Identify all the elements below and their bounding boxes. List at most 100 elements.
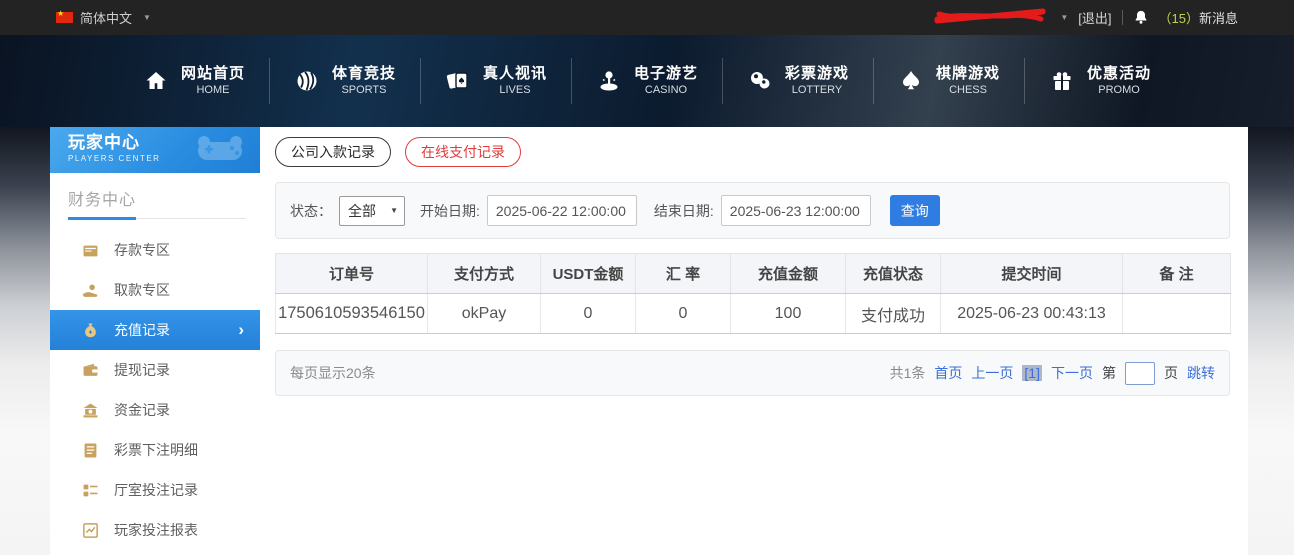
nav-zh: 网站首页	[181, 65, 245, 84]
tab-company-deposit-records[interactable]: 公司入款记录	[275, 137, 391, 167]
jump-page-input[interactable]	[1125, 362, 1155, 385]
gift-icon	[1049, 68, 1075, 94]
prev-page-link[interactable]: 上一页	[971, 363, 1013, 383]
nav-label: 电子游艺 CASINO	[634, 65, 698, 98]
col-payment-method: 支付方式	[428, 254, 541, 294]
nav-en: SPORTS	[341, 84, 386, 98]
cell-remark	[1123, 294, 1231, 334]
joystick-icon	[596, 68, 622, 94]
players-center-banner: 玩家中心 PLAYERS CENTER	[50, 127, 260, 173]
nav-zh: 棋牌游戏	[936, 65, 1000, 84]
cell-usdt-amount: 0	[541, 294, 636, 334]
nav-item-lives[interactable]: 真人视讯 LIVES	[420, 58, 571, 104]
nav-item-promo[interactable]: 优惠活动 PROMO	[1024, 58, 1175, 104]
start-date-label: 开始日期:	[420, 201, 480, 221]
redacted-username	[934, 7, 1046, 28]
status-select[interactable]: 全部 ▼	[339, 196, 405, 226]
status-label: 状态：	[290, 201, 332, 221]
flag-star: ★	[57, 8, 64, 19]
logout-button[interactable]: [退出]	[1078, 8, 1111, 27]
new-messages[interactable]: （15）新消息	[1159, 8, 1238, 27]
sidebar-section-finance: 财务中心	[50, 173, 260, 219]
nav-item-casino[interactable]: 电子游艺 CASINO	[571, 58, 722, 104]
nav-zh: 体育竞技	[332, 65, 396, 84]
jump-prefix: 第	[1102, 363, 1116, 383]
nav-item-lottery[interactable]: 彩票游戏 LOTTERY	[722, 58, 873, 104]
language-switcher[interactable]: ★ 简体中文 ▼	[0, 8, 151, 27]
search-button[interactable]: 查询	[890, 195, 940, 226]
cell-order-number: 1750610593546150	[276, 294, 428, 334]
lottery-bets-icon	[82, 442, 98, 458]
sidebar-item-label: 资金记录	[114, 400, 170, 420]
col-usdt-amount: USDT金额	[541, 254, 636, 294]
section-underline	[68, 218, 246, 219]
sidebar-item-label: 取款专区	[114, 280, 170, 300]
nav-item-chess[interactable]: 棋牌游戏 CHESS	[873, 58, 1024, 104]
messages-count: （15）	[1159, 11, 1199, 26]
end-date-label: 结束日期:	[654, 201, 714, 221]
sidebar-item-lottery-bet-details[interactable]: 彩票下注明细	[50, 430, 260, 470]
nav-item-home[interactable]: 网站首页 HOME	[119, 58, 269, 104]
nav-label: 网站首页 HOME	[181, 65, 245, 98]
col-exchange-rate: 汇 率	[636, 254, 731, 294]
first-page-link[interactable]: 首页	[934, 363, 962, 383]
col-submit-time: 提交时间	[941, 254, 1123, 294]
next-page-link[interactable]: 下一页	[1051, 363, 1093, 383]
bell-icon[interactable]	[1133, 9, 1149, 26]
user-chevron-down-icon[interactable]: ▼	[1060, 13, 1068, 22]
playing-cards-icon	[445, 68, 471, 94]
sidebar-item-recharge-records[interactable]: 充值记录 ›	[50, 310, 260, 350]
nav-en: CHESS	[949, 84, 987, 98]
cell-submit-time: 2025-06-23 00:43:13	[941, 294, 1123, 334]
gamepad-icon	[194, 134, 246, 173]
sidebar-item-funds-records[interactable]: 资金记录	[50, 390, 260, 430]
col-recharge-amount: 充值金额	[731, 254, 846, 294]
record-tabs: 公司入款记录 在线支付记录	[275, 137, 1230, 167]
cell-exchange-rate: 0	[636, 294, 731, 334]
col-remark: 备 注	[1123, 254, 1231, 294]
nav-en: LOTTERY	[792, 84, 843, 98]
nav-label: 优惠活动 PROMO	[1087, 65, 1151, 98]
jump-button[interactable]: 跳转	[1187, 363, 1215, 383]
nav-label: 棋牌游戏 CHESS	[936, 65, 1000, 98]
tab-online-payment-records[interactable]: 在线支付记录	[405, 137, 521, 167]
sidebar: 玩家中心 PLAYERS CENTER 财务中心 存款专区 取款专区	[50, 127, 260, 555]
sidebar-item-player-bet-report[interactable]: 玩家投注报表	[50, 510, 260, 550]
nav-en: HOME	[196, 84, 229, 98]
topbar-right: ▼ [退出] （15）新消息	[934, 7, 1294, 28]
withdrawal-record-icon	[82, 362, 98, 378]
sidebar-item-withdraw[interactable]: 取款专区	[50, 270, 260, 310]
sidebar-item-label: 提现记录	[114, 360, 170, 380]
sidebar-item-label: 存款专区	[114, 240, 170, 260]
nav-item-sports[interactable]: 体育竞技 SPORTS	[269, 58, 420, 104]
nav-label: 真人视讯 LIVES	[483, 65, 547, 98]
main-nav: 网站首页 HOME 体育竞技 SPORTS 真人视讯 LIVES	[0, 35, 1294, 127]
sidebar-item-label: 玩家投注报表	[114, 520, 198, 540]
col-recharge-status: 充值状态	[846, 254, 941, 294]
nav-en: LIVES	[499, 84, 530, 98]
table-body: 1750610593546150 okPay 0 0 100 支付成功 2025…	[276, 294, 1231, 334]
player-report-icon	[82, 522, 98, 538]
nav-zh: 真人视讯	[483, 65, 547, 84]
nav-zh: 电子游艺	[634, 65, 698, 84]
topbar-divider	[1122, 10, 1123, 25]
cell-payment-method: okPay	[428, 294, 541, 334]
end-date-input[interactable]	[721, 195, 871, 226]
filter-bar: 状态： 全部 ▼ 开始日期: 结束日期: 查询	[275, 182, 1230, 239]
chevron-right-icon: ›	[238, 320, 244, 340]
nav-en: CASINO	[645, 84, 687, 98]
total-count: 共1条	[890, 363, 926, 383]
table-header-row: 订单号 支付方式 USDT金额 汇 率 充值金额 充值状态 提交时间 备 注	[276, 254, 1231, 294]
home-icon	[143, 68, 169, 94]
status-selected-value: 全部	[348, 201, 376, 221]
sidebar-item-deposit[interactable]: 存款专区	[50, 230, 260, 270]
language-label: 简体中文	[80, 8, 132, 27]
sidebar-item-room-bet-records[interactable]: 厅室投注记录	[50, 470, 260, 510]
sidebar-item-withdrawal-records[interactable]: 提现记录	[50, 350, 260, 390]
col-order-number: 订单号	[276, 254, 428, 294]
cell-recharge-amount: 100	[731, 294, 846, 334]
start-date-input[interactable]	[487, 195, 637, 226]
withdraw-icon	[82, 282, 98, 298]
current-page: [1]	[1022, 365, 1042, 381]
lottery-balls-icon	[747, 68, 773, 94]
